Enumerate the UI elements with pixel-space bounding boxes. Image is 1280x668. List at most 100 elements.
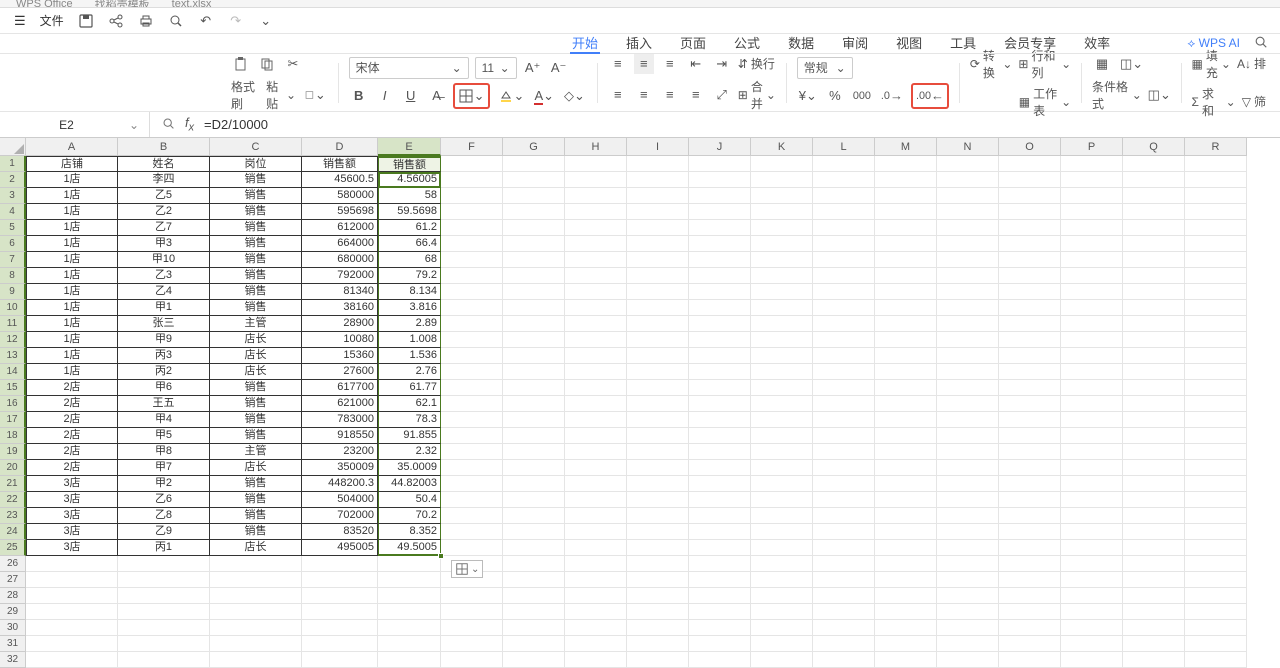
cell-O14[interactable] xyxy=(999,364,1061,380)
cell-P6[interactable] xyxy=(1061,236,1123,252)
cell-Q2[interactable] xyxy=(1123,172,1185,188)
menu-item-数据[interactable]: 数据 xyxy=(786,33,816,54)
cell-N30[interactable] xyxy=(937,620,999,636)
print-icon[interactable] xyxy=(138,13,154,29)
cell-A2[interactable]: 1店 xyxy=(26,172,118,188)
cell-Q9[interactable] xyxy=(1123,284,1185,300)
cell-H12[interactable] xyxy=(565,332,627,348)
row-header-7[interactable]: 7 xyxy=(0,252,26,268)
cell-G13[interactable] xyxy=(503,348,565,364)
cell-L26[interactable] xyxy=(813,556,875,572)
cell-M9[interactable] xyxy=(875,284,937,300)
cell-F18[interactable] xyxy=(441,428,503,444)
cell-I29[interactable] xyxy=(627,604,689,620)
row-header-19[interactable]: 19 xyxy=(0,444,26,460)
cell-R13[interactable] xyxy=(1185,348,1247,364)
cell-G3[interactable] xyxy=(503,188,565,204)
align-right-icon[interactable]: ≡ xyxy=(660,85,680,105)
cell-H18[interactable] xyxy=(565,428,627,444)
cell-B2[interactable]: 李四 xyxy=(118,172,210,188)
cell-A3[interactable]: 1店 xyxy=(26,188,118,204)
cell-I4[interactable] xyxy=(627,204,689,220)
zoom-formula-icon[interactable] xyxy=(162,117,175,133)
cell-N12[interactable] xyxy=(937,332,999,348)
cell-K15[interactable] xyxy=(751,380,813,396)
cell-K26[interactable] xyxy=(751,556,813,572)
cell-B11[interactable]: 张三 xyxy=(118,316,210,332)
cell-R9[interactable] xyxy=(1185,284,1247,300)
cell-E8[interactable]: 79.2 xyxy=(378,268,441,284)
cell-P5[interactable] xyxy=(1061,220,1123,236)
cell-M2[interactable] xyxy=(875,172,937,188)
cell-M18[interactable] xyxy=(875,428,937,444)
cell-G20[interactable] xyxy=(503,460,565,476)
col-header-F[interactable]: F xyxy=(441,138,503,156)
wps-ai-button[interactable]: ⟡ WPS AI xyxy=(1187,36,1240,51)
cell-I7[interactable] xyxy=(627,252,689,268)
cell-J7[interactable] xyxy=(689,252,751,268)
cell-M25[interactable] xyxy=(875,540,937,556)
cell-L12[interactable] xyxy=(813,332,875,348)
cell-I19[interactable] xyxy=(627,444,689,460)
cell-K6[interactable] xyxy=(751,236,813,252)
cell-A14[interactable]: 1店 xyxy=(26,364,118,380)
cell-C31[interactable] xyxy=(210,636,302,652)
cell-L4[interactable] xyxy=(813,204,875,220)
cell-A24[interactable]: 3店 xyxy=(26,524,118,540)
cell-P23[interactable] xyxy=(1061,508,1123,524)
cell-I22[interactable] xyxy=(627,492,689,508)
cell-J31[interactable] xyxy=(689,636,751,652)
cell-G32[interactable] xyxy=(503,652,565,668)
cell-K24[interactable] xyxy=(751,524,813,540)
cell-O10[interactable] xyxy=(999,300,1061,316)
cell-M30[interactable] xyxy=(875,620,937,636)
cell-N15[interactable] xyxy=(937,380,999,396)
cell-C29[interactable] xyxy=(210,604,302,620)
cell-I31[interactable] xyxy=(627,636,689,652)
cell-B16[interactable]: 王五 xyxy=(118,396,210,412)
cell-J30[interactable] xyxy=(689,620,751,636)
row-header-9[interactable]: 9 xyxy=(0,284,26,300)
cell-K11[interactable] xyxy=(751,316,813,332)
cell-style-dropdown[interactable]: ◫⌄ xyxy=(1118,54,1145,74)
cell-G27[interactable] xyxy=(503,572,565,588)
cell-Q10[interactable] xyxy=(1123,300,1185,316)
cell-M8[interactable] xyxy=(875,268,937,284)
cell-R8[interactable] xyxy=(1185,268,1247,284)
cell-P11[interactable] xyxy=(1061,316,1123,332)
paste-options-button[interactable]: ⌄ xyxy=(451,560,483,578)
cell-D21[interactable]: 448200.3 xyxy=(302,476,378,492)
cell-P26[interactable] xyxy=(1061,556,1123,572)
col-header-Q[interactable]: Q xyxy=(1123,138,1185,156)
cell-H25[interactable] xyxy=(565,540,627,556)
align-top-icon[interactable]: ≡ xyxy=(608,54,628,74)
cell-M23[interactable] xyxy=(875,508,937,524)
cell-O2[interactable] xyxy=(999,172,1061,188)
row-header-22[interactable]: 22 xyxy=(0,492,26,508)
cell-H14[interactable] xyxy=(565,364,627,380)
cell-P8[interactable] xyxy=(1061,268,1123,284)
cell-R6[interactable] xyxy=(1185,236,1247,252)
cell-C20[interactable]: 店长 xyxy=(210,460,302,476)
cell-P30[interactable] xyxy=(1061,620,1123,636)
cell-H26[interactable] xyxy=(565,556,627,572)
cell-B5[interactable]: 乙7 xyxy=(118,220,210,236)
cell-D24[interactable]: 83520 xyxy=(302,524,378,540)
cell-R18[interactable] xyxy=(1185,428,1247,444)
cell-N6[interactable] xyxy=(937,236,999,252)
cell-R15[interactable] xyxy=(1185,380,1247,396)
cell-I27[interactable] xyxy=(627,572,689,588)
cell-Q22[interactable] xyxy=(1123,492,1185,508)
cell-M16[interactable] xyxy=(875,396,937,412)
cell-I28[interactable] xyxy=(627,588,689,604)
cell-J5[interactable] xyxy=(689,220,751,236)
cell-F6[interactable] xyxy=(441,236,503,252)
cell-B19[interactable]: 甲8 xyxy=(118,444,210,460)
cell-B18[interactable]: 甲5 xyxy=(118,428,210,444)
worksheet-dropdown[interactable]: ▦工作表⌄ xyxy=(1019,85,1071,119)
cell-O15[interactable] xyxy=(999,380,1061,396)
cell-F7[interactable] xyxy=(441,252,503,268)
cell-R10[interactable] xyxy=(1185,300,1247,316)
cell-J27[interactable] xyxy=(689,572,751,588)
cell-H21[interactable] xyxy=(565,476,627,492)
